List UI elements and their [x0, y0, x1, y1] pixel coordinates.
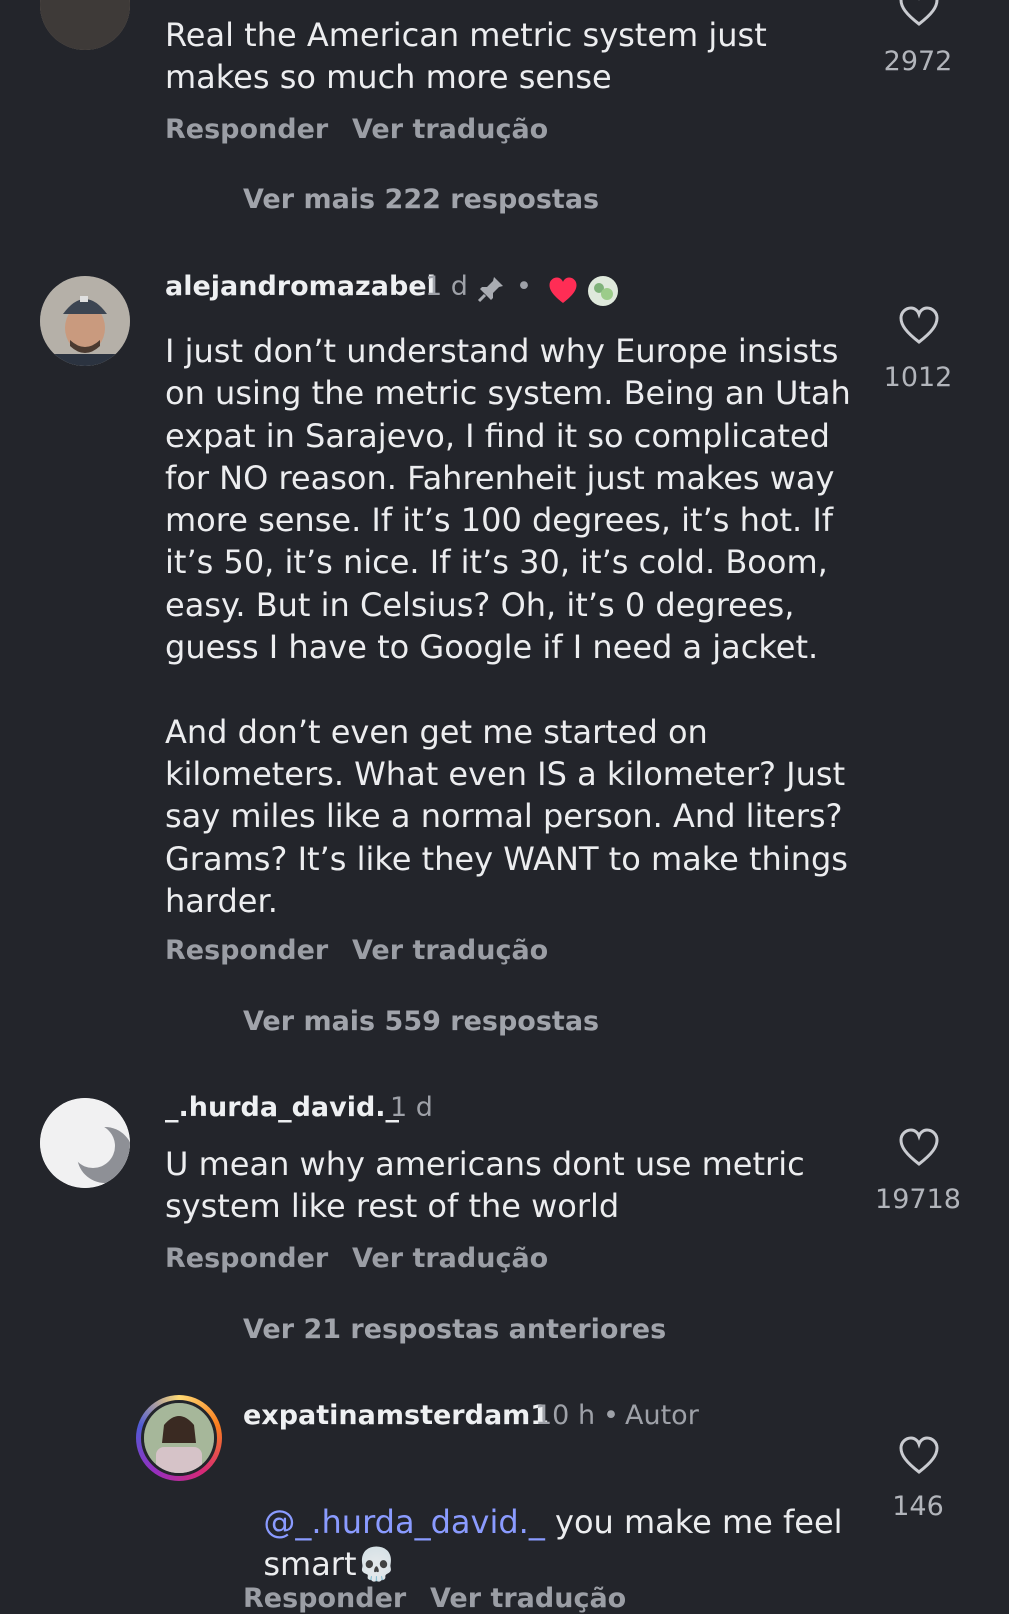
- avatar: [141, 1400, 217, 1476]
- heart-outline-icon[interactable]: [898, 1128, 940, 1168]
- skull-emoji: 💀: [356, 1545, 397, 1584]
- avatar-image: [144, 1403, 214, 1473]
- avatar[interactable]: [40, 1098, 130, 1188]
- view-more-replies-button[interactable]: Ver mais 222 respostas: [243, 184, 599, 215]
- avatar-image: [40, 1098, 130, 1188]
- comment-text: Real the American metric system just mak…: [165, 16, 767, 97]
- reply-button[interactable]: Responder: [165, 935, 328, 966]
- separator-dot: •: [603, 1400, 619, 1431]
- like-count: 146: [892, 1491, 944, 1522]
- like-count: 1012: [883, 362, 953, 393]
- heart-outline-icon[interactable]: [898, 306, 940, 346]
- heart-filled-icon: [549, 277, 577, 303]
- comment-time: 10 h: [535, 1400, 596, 1431]
- pin-icon: [477, 277, 503, 303]
- translate-button[interactable]: Ver tradução: [430, 1583, 626, 1614]
- author-avatar-icon: [588, 276, 618, 306]
- separator-dot: •: [516, 271, 532, 302]
- comment-text-line2: smart💀: [243, 1501, 943, 1586]
- translate-button[interactable]: Ver tradução: [352, 935, 548, 966]
- avatar[interactable]: [40, 0, 130, 50]
- like-count: 2972: [883, 46, 953, 77]
- heart-outline-icon[interactable]: [898, 0, 940, 28]
- view-previous-replies-button[interactable]: Ver 21 respostas anteriores: [243, 1314, 666, 1345]
- translate-button[interactable]: Ver tradução: [352, 1243, 548, 1274]
- translate-button[interactable]: Ver tradução: [352, 114, 548, 145]
- comment-username[interactable]: _.hurda_david._: [165, 1092, 399, 1123]
- comment-text: I just don’t understand why Europe insis…: [165, 332, 851, 920]
- comment-text-fragment: smart: [263, 1545, 357, 1584]
- heart-outline-icon[interactable]: [898, 1436, 940, 1476]
- comment-text: U mean why americans dont use metric sys…: [165, 1145, 805, 1226]
- author-tag: Autor: [625, 1400, 699, 1431]
- view-more-replies-button[interactable]: Ver mais 559 respostas: [243, 1006, 599, 1037]
- reply-button[interactable]: Responder: [243, 1583, 406, 1614]
- comment-username[interactable]: expatinamsterdam1: [243, 1400, 549, 1431]
- like-count: 19718: [875, 1184, 961, 1215]
- reply-button[interactable]: Responder: [165, 1243, 328, 1274]
- avatar-image: [40, 276, 130, 366]
- comment-time: 1 d: [390, 1092, 433, 1123]
- comment-username[interactable]: alejandromazabel: [165, 271, 436, 302]
- avatar[interactable]: [40, 276, 130, 366]
- comment-time: 1 d: [425, 271, 468, 302]
- reply-button[interactable]: Responder: [165, 114, 328, 145]
- avatar-story-ring[interactable]: [136, 1395, 222, 1481]
- avatar-image: [40, 0, 130, 50]
